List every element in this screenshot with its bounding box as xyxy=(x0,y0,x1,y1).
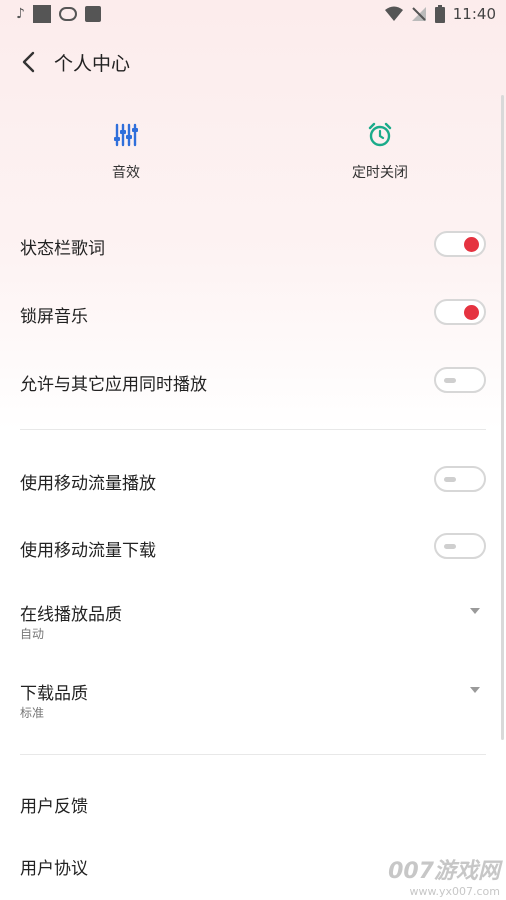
concurrent-playback-toggle[interactable] xyxy=(434,367,486,393)
page-title: 个人中心 xyxy=(54,53,131,75)
setting-label: 下载品质 xyxy=(20,684,88,704)
scrollbar[interactable] xyxy=(501,95,504,740)
sleep-timer-label: 定时关闭 xyxy=(352,165,408,181)
no-signal-icon xyxy=(411,7,426,21)
toggle-knob xyxy=(444,378,456,383)
image-app-icon xyxy=(84,6,101,22)
setting-value: 标准 xyxy=(20,706,45,720)
cloud-app-icon xyxy=(58,7,77,21)
feedback-link[interactable]: 用户反馈 xyxy=(20,784,486,824)
status-bar: ♪ 11:40 xyxy=(0,0,506,28)
setting-label: 使用移动流量下载 xyxy=(20,541,156,561)
setting-label: 使用移动流量播放 xyxy=(20,474,156,494)
mobile-data-download-toggle[interactable] xyxy=(434,533,486,559)
battery-icon xyxy=(434,5,445,23)
back-arrow-icon[interactable] xyxy=(18,50,42,74)
toggle-knob xyxy=(444,544,456,549)
sound-effects-label: 音效 xyxy=(112,165,140,181)
header-bar: 个人中心 xyxy=(0,40,506,86)
section-divider xyxy=(20,429,486,430)
setting-status-bar-lyrics: 状态栏歌词 xyxy=(20,226,486,266)
mobile-data-playback-toggle[interactable] xyxy=(434,466,486,492)
toggle-knob xyxy=(444,477,456,482)
toggle-knob xyxy=(464,305,479,320)
section-divider xyxy=(20,754,486,755)
alarm-clock-icon xyxy=(368,122,392,147)
setting-label: 状态栏歌词 xyxy=(20,239,105,259)
download-quality-selector[interactable]: 下载品质 标准 xyxy=(20,671,486,723)
sleep-timer-button[interactable]: 定时关闭 xyxy=(320,122,440,182)
setting-label: 允许与其它应用同时播放 xyxy=(20,375,207,395)
setting-mobile-data-download: 使用移动流量下载 xyxy=(20,528,486,568)
setting-mobile-data-playback: 使用移动流量播放 xyxy=(20,461,486,501)
setting-value: 自动 xyxy=(20,627,45,641)
square-app-icon xyxy=(32,5,51,23)
setting-lockscreen-music: 锁屏音乐 xyxy=(20,294,486,334)
equalizer-icon xyxy=(114,123,138,147)
watermark-title: 007游戏网 xyxy=(388,859,500,884)
dropdown-caret-icon xyxy=(470,608,480,614)
setting-allow-concurrent-playback: 允许与其它应用同时播放 xyxy=(20,362,486,402)
user-agreement-label: 用户协议 xyxy=(20,859,88,879)
sound-effects-button[interactable]: 音效 xyxy=(66,122,186,182)
watermark-url: www.yx007.com xyxy=(409,885,500,898)
wifi-icon xyxy=(384,6,403,21)
online-quality-selector[interactable]: 在线播放品质 自动 xyxy=(20,592,486,644)
toggle-knob xyxy=(464,237,479,252)
music-note-icon: ♪ xyxy=(16,6,25,22)
setting-label: 锁屏音乐 xyxy=(20,307,88,327)
site-watermark: 007游戏网 www.yx007.com xyxy=(388,853,500,898)
feedback-label: 用户反馈 xyxy=(20,797,88,817)
status-bar-lyrics-toggle[interactable] xyxy=(434,231,486,257)
dropdown-caret-icon xyxy=(470,687,480,693)
status-time: 11:40 xyxy=(452,5,496,23)
setting-label: 在线播放品质 xyxy=(20,605,122,625)
lockscreen-music-toggle[interactable] xyxy=(434,299,486,325)
